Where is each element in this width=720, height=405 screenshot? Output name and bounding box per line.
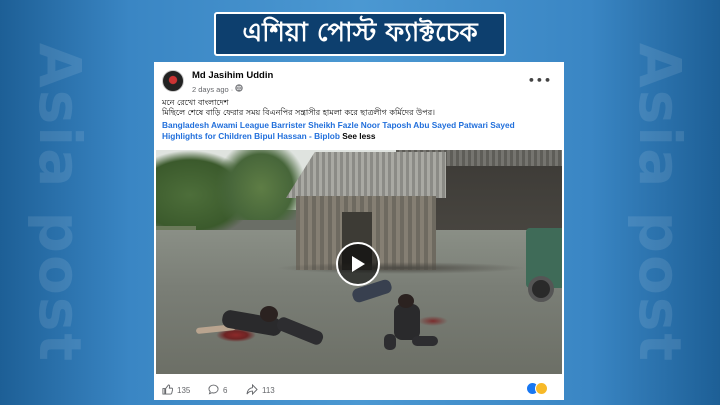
post-timestamp[interactable]: 2 days ago bbox=[192, 85, 229, 94]
watermark-left: Asia post bbox=[26, 42, 95, 363]
author-name[interactable]: Md Jasihim Uddin bbox=[192, 70, 273, 81]
comment-count: 6 bbox=[223, 386, 228, 395]
avatar[interactable] bbox=[162, 70, 184, 92]
like-button[interactable]: 135 bbox=[162, 384, 190, 397]
play-icon[interactable] bbox=[336, 242, 380, 286]
banner-title: এশিয়া পোস্ট ফ্যাক্টচেক bbox=[242, 18, 478, 48]
post-text-line-1: মনে রেখো বাংলাদেশ bbox=[162, 98, 229, 107]
comment-icon bbox=[208, 384, 219, 397]
watermark-right: Asia post bbox=[626, 42, 695, 363]
post-hashtags[interactable]: Bangladesh Awami League Barrister Sheikh… bbox=[162, 120, 515, 141]
reaction-icons[interactable] bbox=[526, 382, 548, 395]
share-count: 113 bbox=[262, 386, 275, 395]
post-header: Md Jasihim Uddin 2 days ago · ••• bbox=[162, 68, 556, 98]
factcheck-banner: এশিয়া পোস্ট ফ্যাক্টচেক bbox=[214, 12, 506, 56]
share-button[interactable]: 113 bbox=[246, 383, 275, 397]
post-tags: Bangladesh Awami League Barrister Sheikh… bbox=[162, 120, 556, 142]
facebook-post-card: Md Jasihim Uddin 2 days ago · ••• মনে রে… bbox=[154, 62, 564, 400]
video-player[interactable] bbox=[156, 150, 562, 374]
post-text-line-2: মিছিলে শেষে বাড়ি ফেরার সময় বিএনপির সন্… bbox=[162, 108, 435, 117]
more-options-icon[interactable]: ••• bbox=[528, 74, 552, 87]
post-text: মনে রেখো বাংলাদেশ মিছিলে শেষে বাড়ি ফেরা… bbox=[162, 98, 556, 118]
like-count: 135 bbox=[177, 386, 191, 395]
post-meta: 2 days ago · bbox=[192, 84, 244, 94]
share-icon bbox=[246, 383, 258, 397]
engagement-bar: 135 6 113 bbox=[162, 382, 556, 398]
comment-button[interactable]: 6 bbox=[208, 384, 227, 397]
sad-reaction-icon bbox=[535, 382, 548, 395]
see-less-link[interactable]: See less bbox=[342, 131, 375, 141]
like-icon bbox=[162, 384, 174, 397]
globe-icon bbox=[235, 84, 244, 94]
